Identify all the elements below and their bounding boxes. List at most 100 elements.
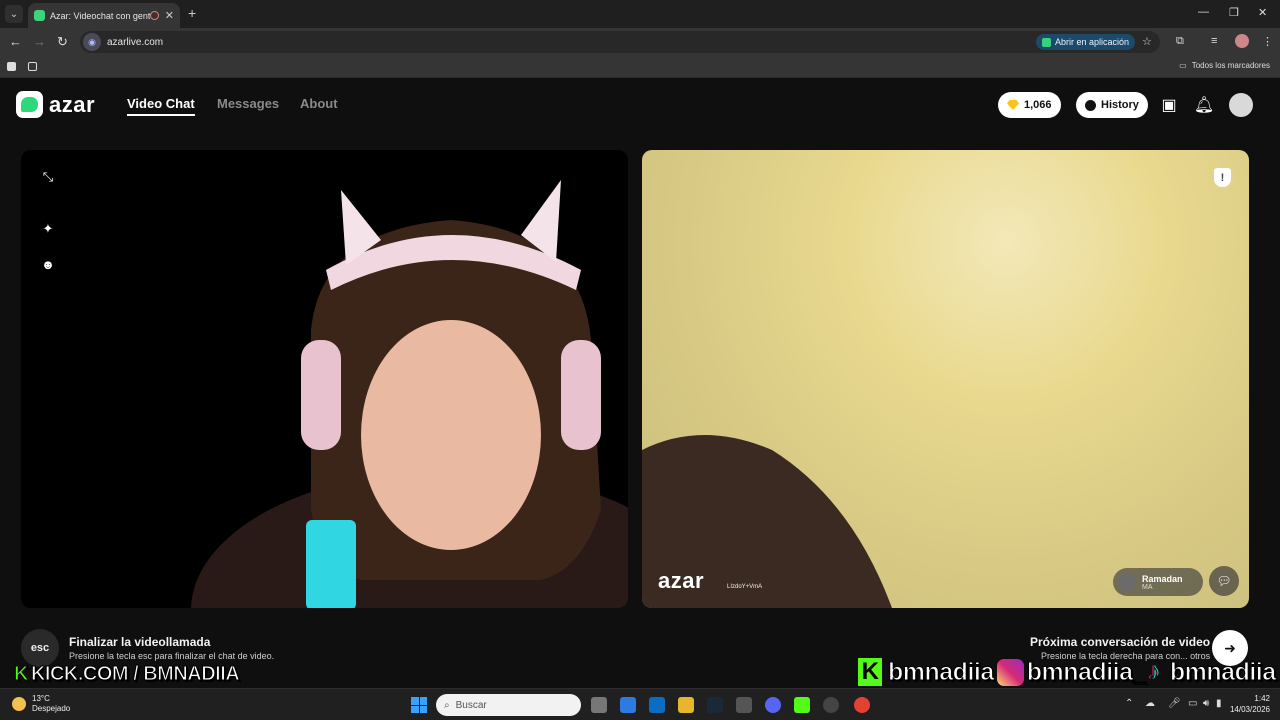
bell-icon[interactable]: 🔔︎ (1193, 94, 1215, 116)
end-call-subtitle: Presione la tecla esc para finalizar el … (69, 651, 275, 661)
end-call-title: Finalizar la videollamada (69, 635, 211, 649)
face-filter-icon[interactable]: ☻ (39, 255, 57, 273)
tray-chevron-icon[interactable]: ⌃ (1125, 698, 1133, 709)
address-bar[interactable]: ◉ azarlive.com (80, 31, 1160, 53)
outlook-icon[interactable] (649, 697, 665, 713)
battery-icon[interactable]: ▮ (1216, 698, 1222, 709)
windows-start-icon[interactable] (411, 697, 427, 713)
close-window-button[interactable]: ✕ (1258, 6, 1267, 19)
remote-video: ! azar LIzdoY+VmA Ramadan MA 💬︎ (642, 150, 1249, 608)
reload-button[interactable]: ↻ (57, 34, 68, 50)
nav-messages[interactable]: Messages (217, 96, 279, 111)
minimize-video-icon[interactable]: ⤡ (39, 168, 57, 186)
history-label: History (1101, 99, 1139, 111)
azar-favicon-icon (34, 10, 45, 21)
maximize-button[interactable]: ❐ (1229, 6, 1239, 19)
tiktok-handle: bmnadiia (1169, 657, 1276, 686)
azar-logo[interactable]: azar (16, 91, 95, 118)
esc-key-badge[interactable]: esc (21, 629, 59, 667)
recording-icon (149, 11, 159, 20)
weather-condition: Despejado (32, 704, 71, 713)
folder-icon: ▭ (1179, 61, 1187, 70)
cloud-icon[interactable]: ☁ (1145, 698, 1155, 709)
browser-tab[interactable]: Azar: Videochat con gente ✕ (28, 3, 180, 28)
browser-tab-strip: ⌄ Azar: Videochat con gente ✕ + — ❐ ✕ (0, 0, 1280, 28)
kick-social-handle: bmnadiia (888, 657, 995, 686)
profile-avatar[interactable] (1235, 34, 1249, 48)
taskbar-clock[interactable]: 1:42 14/03/2026 (1230, 693, 1270, 715)
chrome-icon[interactable] (854, 697, 870, 713)
partner-name: Ramadan (1142, 573, 1183, 584)
weather-widget[interactable]: 13°C Despejado (12, 694, 70, 714)
forward-button[interactable]: → (33, 34, 46, 49)
file-explorer-icon[interactable] (678, 697, 694, 713)
bookmark-star-icon[interactable]: ☆ (1142, 35, 1152, 48)
kick-app-icon[interactable] (794, 697, 810, 713)
kick-box-icon: K (858, 658, 882, 686)
partner-country: MA (1142, 583, 1153, 591)
kick-logo-icon: K (14, 663, 29, 686)
site-info-icon[interactable]: ◉ (83, 33, 101, 51)
network-icon[interactable]: ▭ (1188, 698, 1197, 709)
app-icon (1042, 37, 1051, 47)
search-icon: ⌕ (444, 699, 450, 711)
tab-title: Azar: Videochat con gente (50, 10, 150, 21)
clock-icon (1085, 99, 1096, 111)
obs-icon[interactable] (823, 697, 839, 713)
tab-search-button[interactable]: ⌄ (5, 5, 23, 23)
chat-bubble-icon[interactable]: 💬︎ (1209, 566, 1239, 596)
remote-camera-feed (642, 435, 892, 608)
new-tab-button[interactable]: + (188, 5, 196, 21)
logo-text: azar (49, 91, 96, 117)
user-avatar[interactable] (1229, 93, 1253, 117)
partner-avatar (1118, 573, 1136, 591)
temperature: 13°C (32, 694, 50, 703)
azar-page: azar Video Chat Messages About 1,066 His… (0, 79, 1280, 688)
azar-watermark: azar (658, 568, 705, 593)
nav-video-chat[interactable]: Video Chat (127, 96, 195, 116)
next-chat-title: Próxima conversación de video (1030, 635, 1211, 649)
gems-count: 1,066 (1024, 99, 1052, 111)
photos-icon[interactable] (736, 697, 752, 713)
open-in-app-button[interactable]: Abrir en aplicación (1036, 34, 1136, 50)
all-bookmarks-label: Todos los marcadores (1191, 61, 1270, 70)
kick-overlay: K KICK.COM / BMNADIIA (14, 663, 241, 686)
clock-date: 14/03/2026 (1229, 705, 1270, 714)
effects-wand-icon[interactable]: ✦ (39, 220, 57, 238)
microphone-icon[interactable]: 🎤︎ (1168, 698, 1181, 709)
close-tab-icon[interactable]: ✕ (165, 9, 174, 22)
all-bookmarks[interactable]: ▭ Todos los marcadores (1179, 61, 1270, 70)
search-placeholder: Buscar (455, 699, 487, 711)
gems-balance-button[interactable]: 1,066 (998, 92, 1061, 118)
instagram-handle: bmnadiia_ (1026, 657, 1147, 686)
reading-list-icon[interactable]: ≡ (1211, 35, 1217, 47)
extensions-icon[interactable]: ⧉ (1176, 35, 1184, 48)
instagram-icon (996, 658, 1024, 686)
tiktok-icon: ♪ (1147, 658, 1160, 685)
watermark-id: LIzdoY+VmA (727, 584, 763, 590)
gem-icon (1007, 100, 1019, 110)
back-button[interactable]: ← (9, 34, 22, 49)
report-shield-icon[interactable]: ! (1214, 168, 1231, 187)
shop-icon[interactable]: ▣ (1158, 94, 1180, 116)
task-view-icon[interactable] (591, 697, 607, 713)
steam-icon[interactable] (707, 697, 723, 713)
bookmarks-bar: ▭ Todos los marcadores (0, 56, 1280, 78)
partner-info[interactable]: Ramadan MA (1113, 568, 1203, 596)
nav-about[interactable]: About (300, 96, 338, 111)
windows-taskbar: 13°C Despejado ⌕ Buscar ⌃ ☁ 🎤︎ ▭ 🔊︎ ▮ 1:… (0, 688, 1280, 720)
taskbar-search[interactable]: ⌕ Buscar (436, 694, 581, 716)
bookmark-icon[interactable] (7, 62, 16, 71)
history-button[interactable]: History (1076, 92, 1148, 118)
open-in-app-label: Abrir en aplicación (1055, 37, 1130, 47)
browser-menu-icon[interactable]: ⋮ (1262, 35, 1273, 48)
clock-time: 1:42 (1254, 694, 1270, 703)
url-text: azarlive.com (107, 36, 164, 48)
azar-logo-icon (16, 91, 43, 118)
minimize-button[interactable]: — (1198, 6, 1209, 18)
store-icon[interactable] (620, 697, 636, 713)
apps-grid-icon[interactable] (28, 62, 37, 71)
local-video: ⤡ ✦ ☻ (21, 150, 628, 608)
discord-icon[interactable] (765, 697, 781, 713)
volume-icon[interactable]: 🔊︎ (1203, 698, 1209, 709)
